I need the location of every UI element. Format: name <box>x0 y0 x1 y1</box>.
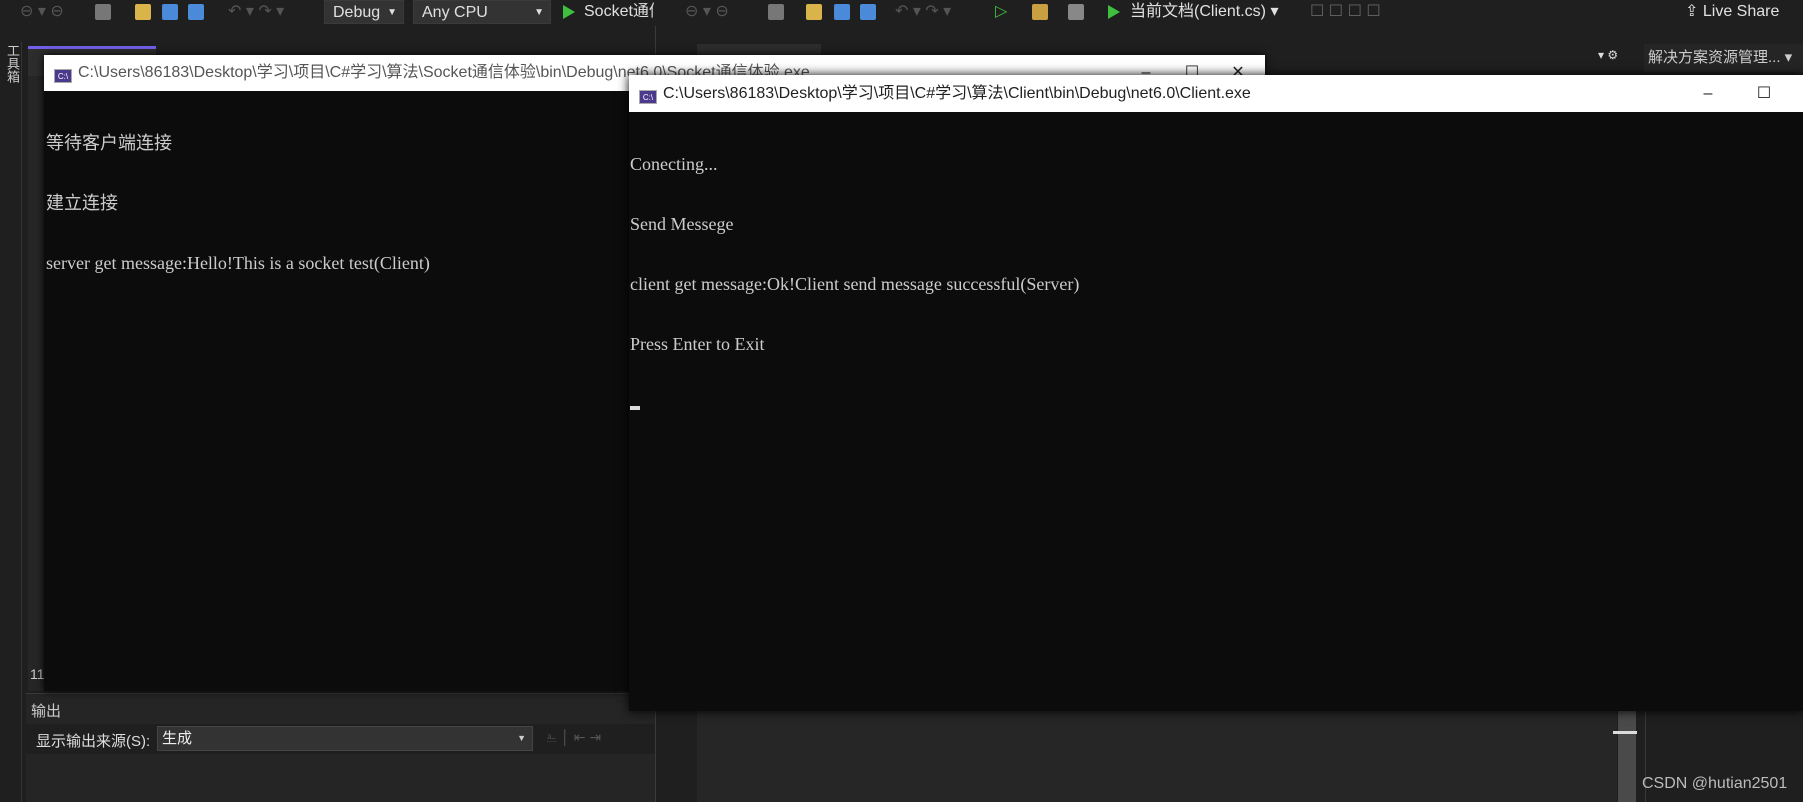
solution-explorer-tab[interactable]: 解决方案资源管理... ▾ <box>1644 44 1803 72</box>
client-editor-bg <box>697 711 1617 802</box>
source-label: 显示输出来源(S): <box>36 733 151 750</box>
start-without-debug-icon[interactable]: ▷ <box>995 0 1007 24</box>
bookmark-icons[interactable]: ☐ ☐ ☐ ☐ <box>1310 0 1381 24</box>
output-panel: 输出 显示输出来源(S): 生成 ▼ ⎁ │ ⇤ ⇥ <box>26 693 655 802</box>
output-title: 输出 <box>31 703 62 720</box>
output-action-icons[interactable]: ⎁ │ ⇤ ⇥ <box>546 729 601 746</box>
run-icon[interactable] <box>563 5 575 19</box>
client-console-output: Conecting... Send Messege client get mes… <box>629 112 1803 711</box>
text-cursor <box>630 406 640 410</box>
save-all-icon[interactable] <box>188 4 204 20</box>
vertical-scrollbar[interactable] <box>1618 711 1636 802</box>
browser-icon[interactable] <box>1068 4 1084 20</box>
config-value: Debug <box>333 4 381 21</box>
source-value: 生成 <box>162 730 193 747</box>
undo-redo-icon[interactable]: ↶ ▾ ↷ ▾ <box>228 0 284 24</box>
console-app-icon: C:\ <box>54 69 72 83</box>
maximize-button[interactable]: ☐ <box>1741 75 1787 112</box>
undo-redo-icon[interactable]: ↶ ▾ ↷ ▾ <box>895 0 951 24</box>
watermark: CSDN @hutian2501 <box>1642 775 1788 792</box>
open-folder-icon[interactable] <box>806 4 822 20</box>
line-number: 11 <box>30 666 45 682</box>
run-button[interactable]: Socket通信 <box>584 0 654 24</box>
chevron-down-icon: ▼ <box>387 7 397 18</box>
live-share-button[interactable]: ⇪ Live Share <box>1685 0 1779 24</box>
toolbox-tab[interactable]: 工具箱 <box>3 44 22 83</box>
save-icon[interactable] <box>834 4 850 20</box>
client-console-window: C:\ C:\Users\86183\Desktop\学习\项目\C#学习\算法\… <box>629 75 1803 711</box>
console-line: Press Enter to Exit <box>630 334 765 354</box>
chevron-down-icon: ▼ <box>517 733 526 743</box>
minimize-button[interactable]: – <box>1685 75 1731 112</box>
folder-search-icon[interactable] <box>1032 4 1048 20</box>
console-line: client get message:Ok!Client send messag… <box>630 274 1080 294</box>
client-titlebar[interactable]: C:\ C:\Users\86183\Desktop\学习\项目\C#学习\算法\… <box>629 75 1803 112</box>
new-project-icon[interactable] <box>768 4 784 20</box>
output-source-dropdown[interactable]: 生成 ▼ <box>157 726 533 751</box>
console-line: Conecting... <box>630 154 718 174</box>
side-strip: 工具箱 <box>0 42 22 802</box>
save-all-icon[interactable] <box>860 4 876 20</box>
console-line: Send Messege <box>630 214 734 234</box>
new-project-icon[interactable] <box>95 4 111 20</box>
platform-dropdown[interactable]: Any CPU ▼ <box>413 0 551 24</box>
config-dropdown[interactable]: Debug ▼ <box>324 0 404 24</box>
ide-toolbar: ⊖ ▾ ⊖ ↶ ▾ ↷ ▾ Debug ▼ Any CPU ▼ Socket通信 ⊖… <box>0 0 1803 26</box>
settings-icon[interactable]: ▾ ⚙ <box>1598 48 1618 62</box>
run-icon[interactable] <box>1108 5 1120 19</box>
platform-value: Any CPU <box>422 4 488 21</box>
open-folder-icon[interactable] <box>135 4 151 20</box>
chevron-down-icon: ▼ <box>534 7 544 18</box>
run-current-document-button[interactable]: 当前文档(Client.cs) ▾ <box>1130 0 1279 24</box>
back-icon[interactable]: ⊖ ▾ ⊖ <box>685 0 729 24</box>
client-window-title: C:\Users\86183\Desktop\学习\项目\C#学习\算法\Cli… <box>663 85 1251 102</box>
back-icon[interactable]: ⊖ ▾ ⊖ <box>20 0 64 24</box>
share-icon: ⇪ <box>1685 3 1703 20</box>
output-toolbar: 显示输出来源(S): 生成 ▼ ⎁ │ ⇤ ⇥ <box>26 724 655 754</box>
scroll-marker <box>1613 731 1637 734</box>
solution-explorer-label: 解决方案资源管理... <box>1648 49 1781 66</box>
run-label: 当前文档(Client.cs) <box>1130 3 1267 20</box>
live-share-label: Live Share <box>1702 3 1780 20</box>
save-icon[interactable] <box>162 4 178 20</box>
console-app-icon: C:\ <box>639 90 657 104</box>
